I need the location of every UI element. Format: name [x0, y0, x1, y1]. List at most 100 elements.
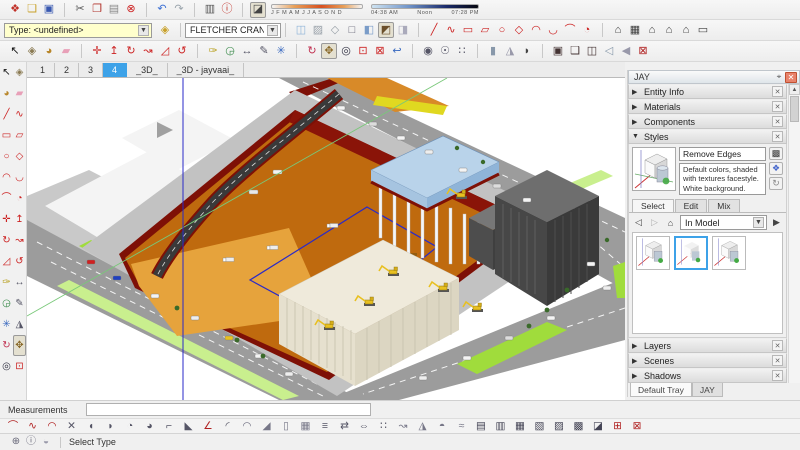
line-tool-icon[interactable]: ╱ — [0, 104, 13, 125]
chevron-down-icon[interactable]: ▼ — [267, 24, 278, 36]
section-entity-info[interactable]: ▶ Entity Info ✕ — [628, 84, 787, 99]
three-point-arc-tool-icon[interactable]: ⌒ — [562, 22, 578, 38]
corner-tool-icon[interactable]: ⌐ — [162, 419, 176, 433]
rotate-tool-icon[interactable]: ↻ — [0, 230, 13, 251]
fov-cone-icon[interactable]: ◁ — [601, 43, 617, 59]
arc-tool-icon[interactable]: ◠ — [528, 22, 544, 38]
toggle-shadows-icon[interactable]: ◪ — [250, 1, 266, 18]
dimension-tool-icon[interactable]: ↔ — [239, 43, 255, 59]
axes-tool-icon[interactable]: ✳ — [273, 43, 289, 59]
tab-edit[interactable]: Edit — [674, 199, 708, 213]
cut-icon[interactable]: ✂ — [72, 2, 88, 18]
intersect-icon[interactable]: ✕ — [65, 419, 79, 433]
hatch-cross-icon[interactable]: ▩ — [572, 419, 586, 433]
section-materials[interactable]: ▶ Materials ✕ — [628, 99, 787, 114]
pin-icon[interactable]: ⌖ — [773, 72, 785, 83]
make-component-icon[interactable]: ◈ — [13, 62, 26, 83]
pie-tool-icon[interactable]: ◔ — [13, 188, 26, 209]
dome-icon[interactable]: ◓ — [435, 419, 449, 433]
make-component-icon[interactable]: ◈ — [24, 43, 40, 59]
arc-tool-icon[interactable]: ◠ — [0, 167, 13, 188]
skalp-section-icon[interactable]: ⊞ — [611, 419, 625, 433]
walk-tool-icon[interactable]: ∷ — [454, 43, 470, 59]
classifier-type-combo[interactable]: Type: <undefined> ▼ — [4, 22, 152, 38]
circle-tool-icon[interactable]: ○ — [0, 146, 13, 167]
close-section-icon[interactable]: ✕ — [772, 131, 783, 142]
shaded-style-icon[interactable]: ◧ — [361, 22, 377, 38]
tray-tab-default[interactable]: Default Tray — [630, 383, 692, 397]
close-section-icon[interactable]: ✕ — [772, 101, 783, 112]
copy-icon[interactable]: ❐ — [89, 2, 105, 18]
rectangle-tool-icon[interactable]: ▭ — [0, 125, 13, 146]
shadow-time-slider[interactable]: 04:38 AM Noon 07:28 PM — [371, 3, 479, 16]
style-thumbnail[interactable] — [712, 236, 746, 271]
select-tool-icon[interactable]: ↖ — [7, 43, 23, 59]
grid-tool-icon[interactable]: ▦ — [299, 419, 313, 433]
section-shadows[interactable]: ▶ Shadows ✕ — [628, 368, 787, 383]
close-section-icon[interactable]: ✕ — [772, 370, 783, 381]
tray-header[interactable]: JAY ⌖ ✕ — [628, 70, 800, 84]
model-viewport[interactable] — [27, 78, 625, 400]
update-style-icon[interactable]: ❖ — [769, 162, 783, 175]
look-around-icon[interactable]: ☉ — [437, 43, 453, 59]
circle-tool-icon[interactable]: ○ — [494, 22, 510, 38]
move-tool-icon[interactable]: ✛ — [0, 209, 13, 230]
style-thumbnail[interactable] — [636, 236, 670, 271]
camera-three-icon[interactable]: ◫ — [584, 43, 600, 59]
tape-measure-icon[interactable]: ✑ — [205, 43, 221, 59]
section-styles[interactable]: ▼ Styles ✕ — [628, 129, 787, 144]
scene-tab-_3D - jayvaai_[interactable]: _3D - jayvaai_ — [168, 63, 245, 77]
round-corner-icon[interactable]: ◔ — [123, 419, 137, 433]
new-model-icon[interactable]: ❖ — [7, 2, 23, 18]
curve-edit-icon[interactable]: ◜ — [221, 419, 235, 433]
redo-icon[interactable]: ↷ — [171, 2, 187, 18]
protractor-tool-icon[interactable]: ◶ — [222, 43, 238, 59]
flip-icon[interactable]: ⇄ — [338, 419, 352, 433]
fillet-icon[interactable]: ◕ — [143, 419, 157, 433]
paint-bucket-icon[interactable]: ◕ — [0, 83, 13, 104]
paint-bucket-icon[interactable]: ◕ — [41, 43, 57, 59]
iso-view-icon[interactable]: ⌂ — [610, 22, 626, 38]
line-tool-icon[interactable]: ╱ — [426, 22, 442, 38]
follow-me-tool-icon[interactable]: ↝ — [13, 230, 26, 251]
pie-tool-icon[interactable]: ◔ — [579, 22, 595, 38]
scene-tab-_3D_[interactable]: _3D_ — [127, 63, 168, 77]
scale-tool-icon[interactable]: ◿ — [157, 43, 173, 59]
loft-icon[interactable]: ◠ — [240, 419, 254, 433]
section-scenes[interactable]: ▶ Scenes ✕ — [628, 353, 787, 368]
section-layers[interactable]: ▶ Layers ✕ — [628, 338, 787, 353]
credits-icon[interactable]: ⓘ — [24, 435, 38, 449]
tape-measure-icon[interactable]: ✑ — [0, 272, 13, 293]
solid-union-icon[interactable]: ◗ — [104, 419, 118, 433]
pan-tool-icon[interactable]: ✥ — [13, 335, 26, 356]
eraser-tool-icon[interactable]: ▰ — [13, 83, 26, 104]
rectangle-tool-icon[interactable]: ▭ — [460, 22, 476, 38]
details-arrow-icon[interactable]: ▶ — [770, 216, 783, 229]
push-pull-tool-icon[interactable]: ↥ — [106, 43, 122, 59]
scale-tool-icon[interactable]: ◿ — [0, 251, 13, 272]
no-camera-icon[interactable]: ⊠ — [635, 43, 651, 59]
close-section-icon[interactable]: ✕ — [772, 340, 783, 351]
tray-scrollbar[interactable]: ▲ — [788, 84, 800, 383]
taper-icon[interactable]: ◮ — [416, 419, 430, 433]
skin-icon[interactable]: ◢ — [260, 419, 274, 433]
array-icon[interactable]: ∷ — [377, 419, 391, 433]
close-section-icon[interactable]: ✕ — [772, 86, 783, 97]
shadow-date-slider[interactable]: J F M A M J J A S O N D — [271, 3, 363, 16]
shaded-textures-style-icon[interactable]: ◩ — [378, 22, 394, 38]
geolocation-icon[interactable]: ⊕ — [9, 435, 23, 449]
erase-icon[interactable]: ⊗ — [123, 2, 139, 18]
back-arrow-icon[interactable]: ◁ — [632, 216, 645, 229]
user-profile-icon[interactable]: ◒ — [39, 435, 53, 449]
orbit-tool-icon[interactable]: ↻ — [0, 335, 13, 356]
style-name-field[interactable]: Remove Edges — [679, 147, 766, 161]
zoom-extents-tool-icon[interactable]: ⊠ — [372, 43, 388, 59]
spline-icon[interactable]: ∿ — [26, 419, 40, 433]
text-tool-icon[interactable]: ✎ — [13, 293, 26, 314]
eraser-tool-icon[interactable]: ▰ — [58, 43, 74, 59]
section-fill-icon[interactable]: ◪ — [591, 419, 605, 433]
previous-view-icon[interactable]: ↩ — [389, 43, 405, 59]
push-pull-tool-icon[interactable]: ↥ — [13, 209, 26, 230]
zoom-window-tool-icon[interactable]: ⊡ — [355, 43, 371, 59]
weight-tool-icon[interactable]: ◗ — [519, 43, 535, 59]
